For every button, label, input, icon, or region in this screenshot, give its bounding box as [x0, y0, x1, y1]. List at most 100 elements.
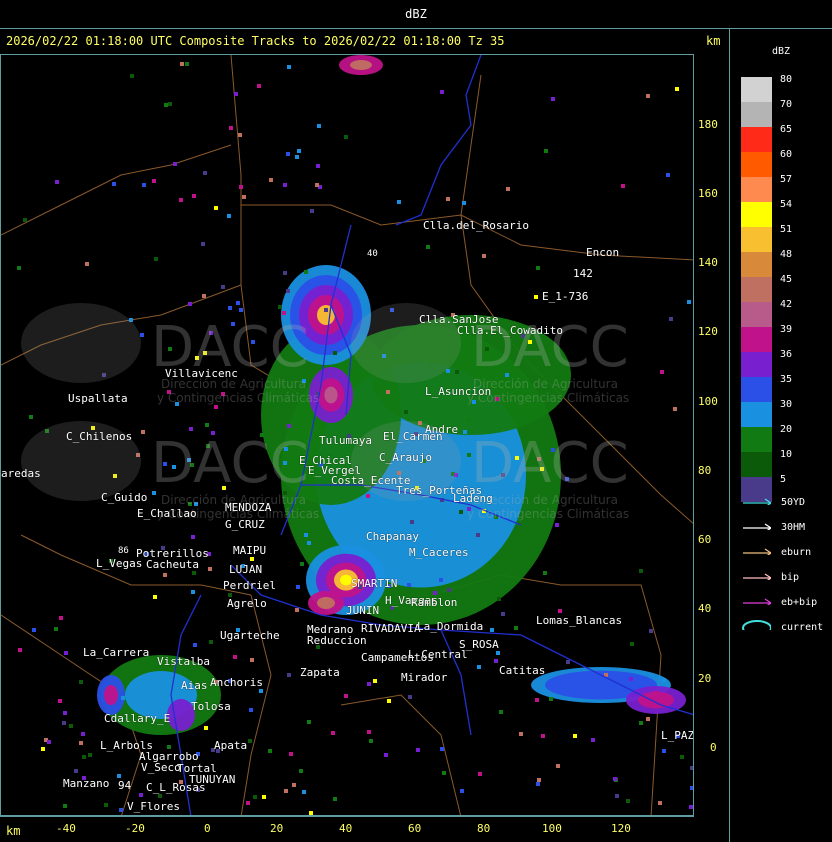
- place-label: Tulumaya: [319, 434, 372, 447]
- radar-echo-pixel: [482, 254, 486, 258]
- radar-echo-pixel: [289, 752, 293, 756]
- legend-swatch: [741, 302, 772, 327]
- radar-echo-pixel: [331, 731, 335, 735]
- track-legend-label: current: [781, 622, 824, 633]
- radar-echo-pixel: [239, 185, 243, 189]
- radar-echo-pixel: [690, 786, 693, 790]
- radar-echo-pixel: [257, 84, 261, 88]
- legend-swatch: [741, 402, 772, 427]
- legend-swatch: [741, 252, 772, 277]
- radar-echo-pixel: [537, 778, 541, 782]
- radar-echo-pixel: [299, 769, 303, 773]
- radar-echo-pixel: [88, 753, 92, 757]
- radar-echo-pixel: [81, 732, 85, 736]
- radar-echo-pixel: [397, 200, 401, 204]
- y-tick-label: 160: [698, 187, 718, 200]
- radar-echo-pixel: [615, 794, 619, 798]
- place-label: Agrelo: [227, 597, 267, 610]
- y-tick-label: 80: [698, 464, 712, 477]
- radar-echo-pixel: [79, 680, 83, 684]
- radar-echo-pixel: [333, 797, 337, 801]
- legend-title: dBZ: [772, 46, 791, 57]
- radar-echo-pixel: [373, 679, 377, 683]
- legend-level-label: 48: [780, 249, 793, 260]
- radar-map[interactable]: DACC Dirección de Agricultura y Continge…: [0, 54, 694, 816]
- radar-echo-pixel: [455, 370, 459, 374]
- place-label: L_Vegas: [96, 557, 143, 570]
- radar-echo-pixel: [658, 801, 662, 805]
- radar-echo-pixel: [209, 640, 213, 644]
- radar-echo-pixel: [192, 571, 196, 575]
- radar-echo-pixel: [494, 659, 498, 663]
- legend-swatch: [741, 277, 772, 302]
- radar-echo-pixel: [440, 747, 444, 751]
- place-label: Anchoris: [210, 676, 263, 689]
- radar-echo-pixel: [304, 533, 308, 537]
- radar-echo-pixel: [506, 187, 510, 191]
- radar-echo-pixel: [179, 198, 183, 202]
- radar-echo-pixel: [649, 629, 653, 633]
- legend-swatch: [741, 452, 772, 477]
- radar-echo-pixel: [366, 494, 370, 498]
- radar-echo-pixel: [630, 642, 634, 646]
- radar-echo-pixel: [551, 97, 555, 101]
- radar-echo-pixel: [85, 262, 89, 266]
- place-label: 142: [573, 267, 593, 280]
- x-axis-unit: km: [6, 824, 21, 838]
- watermark-line2: y Contingencias Climáticas: [467, 507, 630, 521]
- radar-echo-pixel: [689, 805, 693, 809]
- radar-echo-pixel: [262, 795, 266, 799]
- place-label: Uspallata: [68, 392, 128, 405]
- radar-echo-pixel: [82, 755, 86, 759]
- legend-level-label: 35: [780, 374, 793, 385]
- x-tick-label: 80: [477, 822, 491, 835]
- radar-echo-pixel: [307, 720, 311, 724]
- x-tick-label: 60: [408, 822, 422, 835]
- place-label: Lomas_Blancas: [536, 614, 623, 627]
- radar-echo-pixel: [324, 308, 328, 312]
- radar-echo-pixel: [315, 183, 319, 187]
- department-boundary-line: [1, 144, 232, 236]
- radar-echo-pixel: [74, 769, 78, 773]
- radar-echo-pixel: [236, 301, 240, 305]
- radar-echo-pixel: [416, 748, 420, 752]
- x-tick-label: 120: [611, 822, 631, 835]
- legend-divider: [729, 28, 730, 842]
- radar-echo-pixel: [535, 698, 539, 702]
- radar-echo-pixel: [104, 803, 108, 807]
- track-arrow-icon: [743, 598, 771, 605]
- place-label: Cdallary_E: [104, 712, 171, 725]
- place-label: Ramblon: [411, 596, 458, 609]
- place-label: 94: [118, 779, 132, 792]
- place-label: Encon: [586, 246, 620, 259]
- radar-echo-pixel: [202, 294, 206, 298]
- radar-echo-pixel: [662, 678, 666, 682]
- place-label: Reduccion: [307, 634, 367, 647]
- watermark-line2: y Contingencias Climáticas: [157, 391, 320, 405]
- radar-echo-pixel: [687, 300, 691, 304]
- place-label: SMARTIN: [351, 577, 398, 590]
- radar-echo-pixel: [369, 739, 373, 743]
- radar-echo-pixel: [259, 689, 263, 693]
- place-label: Clla.El_Cowadito: [457, 324, 563, 337]
- radar-echo-pixel: [292, 783, 296, 787]
- legend-swatch: [741, 227, 772, 252]
- legend-level-label: 10: [780, 449, 793, 460]
- radar-echo-pixel: [54, 627, 58, 631]
- radar-echo-pixel: [408, 695, 412, 699]
- x-tick-label: -20: [125, 822, 145, 835]
- radar-echo-pixel: [654, 691, 658, 695]
- radar-echo-pixel: [185, 62, 189, 66]
- radar-echo-pixel: [497, 597, 501, 601]
- radar-echo-pixel: [499, 710, 503, 714]
- place-label: LUJAN: [229, 563, 263, 576]
- radar-echo-pixel: [130, 74, 134, 78]
- radar-echo-pixel: [58, 699, 62, 703]
- radar-echo-pixel: [29, 415, 33, 419]
- place-label: La_Dormida: [417, 620, 484, 633]
- radar-echo-pixel: [140, 333, 144, 337]
- place-label: aredas: [1, 467, 41, 480]
- radar-echo-pixel: [662, 749, 666, 753]
- legend-level-label: 45: [780, 274, 793, 285]
- track-arrow-icon: [743, 548, 771, 555]
